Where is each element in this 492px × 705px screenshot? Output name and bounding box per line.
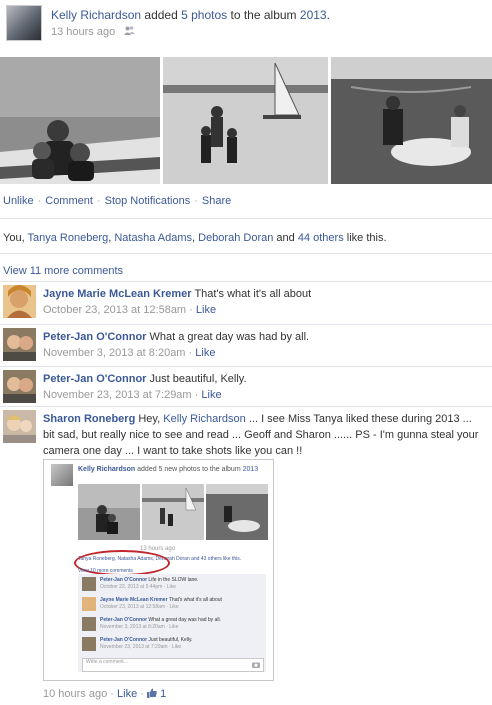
author-name-link[interactable]: Kelly Richardson bbox=[51, 8, 141, 22]
verb-prefix: added bbox=[144, 8, 178, 22]
comment-text: That's what it's all about bbox=[194, 288, 312, 300]
comment-like-count[interactable]: 1 bbox=[160, 688, 166, 700]
liker-link[interactable]: Natasha Adams bbox=[114, 232, 192, 244]
divider bbox=[0, 281, 492, 282]
comment-text: Just beautiful, Kelly. bbox=[149, 373, 247, 385]
divider bbox=[0, 406, 492, 407]
post-header: Kelly Richardson added 5 photos to the a… bbox=[0, 0, 492, 56]
divider bbox=[0, 324, 492, 325]
unlike-link[interactable]: Unlike bbox=[3, 195, 34, 207]
divider bbox=[0, 218, 492, 219]
likes-summary: You, Tanya Roneberg, Natasha Adams, Debo… bbox=[3, 232, 387, 244]
divider bbox=[0, 366, 492, 367]
embedded-write-comment: Write a comment... bbox=[82, 658, 264, 672]
mention-link[interactable]: Kelly Richardson bbox=[163, 413, 246, 425]
comment-meta: 10 hours ago · Like · 1 bbox=[43, 688, 167, 700]
people-icon[interactable] bbox=[124, 26, 136, 36]
comment-link[interactable]: Comment bbox=[45, 195, 93, 207]
camera-icon bbox=[252, 662, 260, 668]
avatar[interactable] bbox=[3, 410, 36, 443]
avatar[interactable] bbox=[3, 328, 36, 361]
comment-attached-image[interactable]: Kelly Richardson added 5 new photos to t… bbox=[43, 459, 274, 681]
album-link[interactable]: 2013 bbox=[300, 8, 327, 22]
commenter-name-link[interactable]: Peter-Jan O'Connor bbox=[43, 373, 146, 385]
embedded-photo bbox=[78, 484, 140, 540]
avatar bbox=[82, 597, 96, 611]
embedded-comments: Peter-Jan O'Connor Life in the SLOW lane… bbox=[78, 574, 266, 672]
author-avatar[interactable] bbox=[6, 5, 42, 41]
embedded-photo bbox=[206, 484, 268, 540]
avatar[interactable] bbox=[3, 285, 36, 318]
post-timestamp: 13 hours ago bbox=[51, 26, 136, 38]
photo-3[interactable] bbox=[331, 57, 492, 184]
share-link[interactable]: Share bbox=[202, 195, 231, 207]
liker-link[interactable]: Deborah Doran bbox=[198, 232, 273, 244]
avatar bbox=[82, 577, 96, 591]
embedded-headline: Kelly Richardson added 5 new photos to t… bbox=[78, 466, 259, 473]
comment-time[interactable]: November 3, 2013 at 8:20am bbox=[43, 347, 185, 359]
commenter-name-link[interactable]: Sharon Roneberg bbox=[43, 413, 135, 425]
embedded-photo-row bbox=[78, 484, 268, 540]
avatar bbox=[82, 617, 96, 631]
photo-2[interactable] bbox=[163, 57, 328, 184]
commenter-name-link[interactable]: Jayne Marie McLean Kremer bbox=[43, 288, 192, 300]
liker-link[interactable]: Tanya Roneberg bbox=[27, 232, 108, 244]
verb-middle: to the album bbox=[230, 8, 297, 22]
photo-count-link[interactable]: 5 photos bbox=[181, 8, 227, 22]
post-actions: Unlike · Comment · Stop Notifications · Share bbox=[3, 195, 232, 207]
comment-time[interactable]: October 23, 2013 at 12:58am bbox=[43, 304, 186, 316]
comment-like-link[interactable]: Like bbox=[117, 688, 137, 700]
post-headline: Kelly Richardson added 5 photos to the a… bbox=[51, 8, 330, 22]
comment-like-link[interactable]: Like bbox=[195, 347, 215, 359]
embedded-photo bbox=[142, 484, 204, 540]
avatar[interactable] bbox=[3, 370, 36, 403]
stop-notifications-link[interactable]: Stop Notifications bbox=[105, 195, 191, 207]
comment-time[interactable]: 10 hours ago bbox=[43, 688, 107, 700]
comment-like-link[interactable]: Like bbox=[196, 304, 216, 316]
comment-like-link[interactable]: Like bbox=[201, 389, 221, 401]
divider bbox=[0, 253, 492, 254]
comment-text: What a great day was had by all. bbox=[149, 331, 310, 343]
comment-time[interactable]: November 23, 2013 at 7:29am bbox=[43, 389, 192, 401]
embedded-author-avatar bbox=[51, 464, 73, 486]
view-more-comments-link[interactable]: View 11 more comments bbox=[3, 265, 123, 277]
others-link[interactable]: 44 others bbox=[298, 232, 344, 244]
commenter-name-link[interactable]: Peter-Jan O'Connor bbox=[43, 331, 146, 343]
post-time[interactable]: 13 hours ago bbox=[51, 26, 115, 38]
avatar bbox=[82, 637, 96, 651]
photo-gallery bbox=[0, 57, 492, 184]
photo-1[interactable] bbox=[0, 57, 160, 184]
thumbs-up-icon[interactable] bbox=[147, 688, 157, 698]
